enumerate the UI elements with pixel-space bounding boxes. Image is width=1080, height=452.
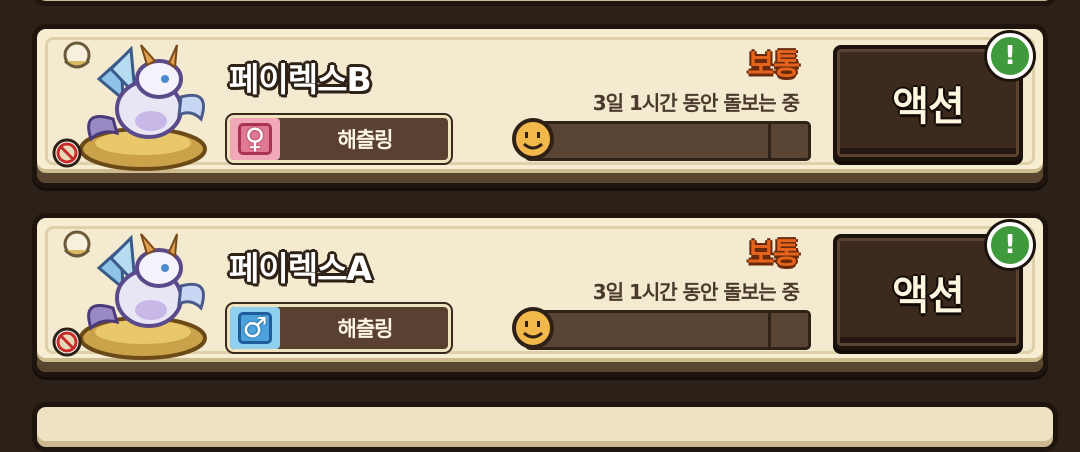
gauge-track: [525, 121, 811, 161]
pet-name: 페이렉스A: [229, 249, 372, 288]
growth-stage-label: 해츨링: [337, 317, 394, 341]
mood-gauge: [511, 117, 811, 167]
female-icon: ♀: [230, 118, 280, 160]
pet-card: 페이렉스A ♂ 해츨링 보통 3일 1시간 동안 돌보는 중 액션 !: [32, 213, 1048, 377]
condition-label: 보통: [747, 47, 800, 81]
no-entry-icon: [52, 327, 82, 357]
trait-bar: ♀ 해츨링: [227, 115, 451, 163]
care-time-text: 3일 1시간 동안 돌보는 중: [592, 91, 800, 115]
gauge-divider: [768, 124, 771, 158]
pet-card-partial-top: [32, 0, 1058, 6]
pet-card: 페이렉스B ♀ 해츨링 보통 3일 1시간 동안 돌보는 중 액션 !: [32, 24, 1048, 188]
condition-label: 보통: [747, 236, 800, 270]
smiley-face-icon: [511, 117, 555, 161]
gauge-divider: [768, 313, 771, 347]
trait-bar: ♂ 해츨링: [227, 304, 451, 352]
male-icon: ♂: [230, 307, 280, 349]
gender-glyph: ♂: [238, 312, 272, 344]
care-time-text: 3일 1시간 동안 돌보는 중: [592, 280, 800, 304]
mood-gauge: [511, 306, 811, 356]
pet-portrait[interactable]: [51, 228, 217, 363]
no-entry-icon: [52, 138, 82, 168]
growth-stage-label: 해츨링: [337, 128, 394, 152]
gauge-track: [525, 310, 811, 350]
pet-portrait[interactable]: [51, 39, 217, 174]
smiley-face-icon: [511, 306, 555, 350]
exclamation-icon: !: [987, 222, 1033, 268]
pet-name: 페이렉스B: [229, 60, 372, 99]
exclamation-icon: !: [987, 33, 1033, 79]
gender-glyph: ♀: [238, 123, 272, 155]
